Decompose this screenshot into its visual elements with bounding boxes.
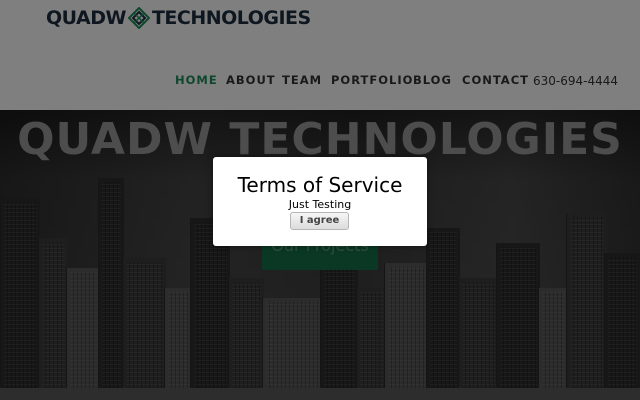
- agree-button[interactable]: I agree: [290, 212, 349, 230]
- modal-title: Terms of Service: [237, 173, 403, 197]
- modal-body: Just Testing: [288, 198, 352, 211]
- terms-modal: Terms of Service Just Testing I agree: [213, 157, 427, 246]
